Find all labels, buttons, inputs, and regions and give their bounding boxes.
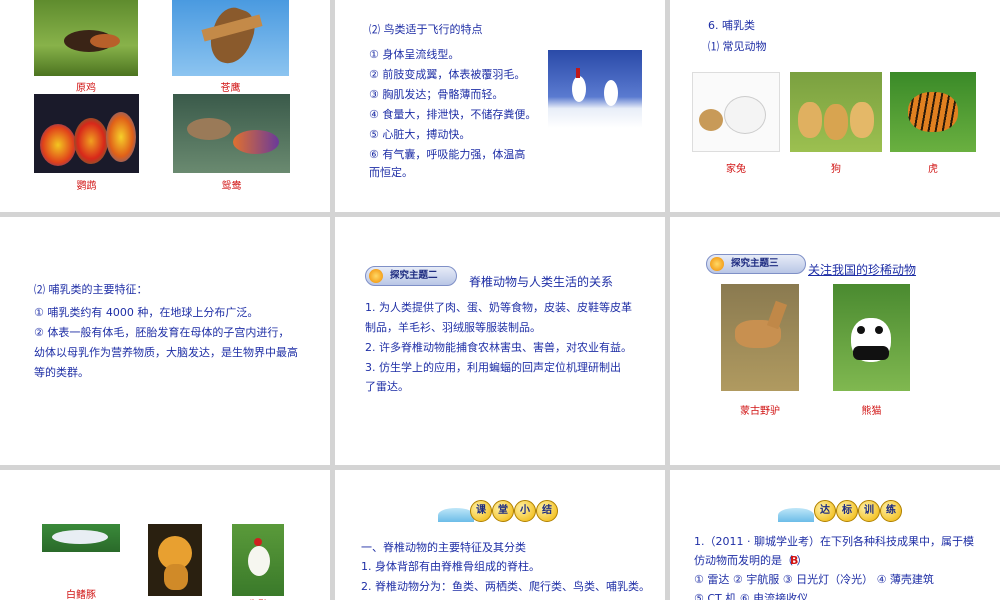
- photo-cranes: [548, 50, 642, 128]
- caption-dog: 狗: [831, 164, 841, 175]
- topic-two-badge: 探究主题二: [365, 266, 457, 286]
- slide-topic-two[interactable]: 探究主题二 脊椎动物与人类生活的关系 1. 为人类提供了肉、蛋、奶等食物，皮装、…: [335, 217, 665, 465]
- answer-mark: B: [790, 554, 799, 567]
- slide-topic-three[interactable]: 探究主题三 关注我国的珍稀动物 蒙古野驴 熊猫: [670, 217, 1000, 465]
- badge-label: 探究主题三: [731, 258, 779, 269]
- question-options: ⑤ CT 机 ⑥ 电流接收仪: [694, 592, 809, 600]
- caption-panda: 熊猫: [861, 406, 882, 417]
- text-line: 2. 许多脊椎动物能捕食农林害虫、害兽，对农业有益。: [365, 341, 632, 354]
- mammal-features-heading: ⑵ 哺乳类的主要特征：: [34, 283, 148, 296]
- text-line: 制品，羊毛衫、羽绒服等服装制品。: [365, 321, 541, 334]
- book-icon: [778, 508, 814, 522]
- slide-bird-flight-features[interactable]: ⑵ 鸟类适于飞行的特点 ① 身体呈流线型。 ② 前肢变成翼，体表被覆羽毛。 ③ …: [335, 0, 665, 212]
- text-line: 1. 为人类提供了肉、蛋、奶等食物，皮装、皮鞋等皮革: [365, 301, 632, 314]
- photo-yuanyang: [173, 94, 290, 173]
- bird-flight-heading: ⑵ 鸟类适于飞行的特点: [369, 23, 483, 36]
- photo-rabbit: [692, 72, 780, 152]
- list-item: ④ 食量大，排泄快，不储存粪便。: [369, 108, 537, 121]
- question-options: ① 雷达 ② 宇航服 ③ 日光灯（冷光） ④ 薄壳建筑: [694, 573, 934, 586]
- practice-banner: 达 标 训 练: [778, 500, 902, 526]
- caption-tiger: 虎: [928, 164, 938, 175]
- photo-tiger: [890, 72, 976, 152]
- summary-banner: 课 堂 小 结: [438, 500, 558, 526]
- badge-icon: [369, 269, 383, 283]
- topic-three-title: 关注我国的珍稀动物: [808, 263, 917, 277]
- photo-yingwu: [34, 94, 139, 173]
- text-line: 3. 仿生学上的应用，利用蝙蝠的回声定位机理研制出: [365, 361, 621, 374]
- summary-heading: 一、脊椎动物的主要特征及其分类: [361, 541, 526, 554]
- caption-donkey: 蒙古野驴: [740, 406, 780, 417]
- caption-rabbit: 家兔: [726, 164, 746, 175]
- banner-char: 结: [536, 500, 558, 522]
- slide-class-summary[interactable]: 课 堂 小 结 一、脊椎动物的主要特征及其分类 1. 身体背部有由脊椎骨组成的脊…: [335, 470, 665, 600]
- banner-char: 标: [836, 500, 858, 522]
- slide-mammals-common[interactable]: 6. 哺乳类 ⑴ 常见动物 家兔 狗 虎: [670, 0, 1000, 212]
- photo-baiji-dolphin: [42, 524, 120, 552]
- mammal-subheading: ⑴ 常见动物: [708, 40, 767, 53]
- text-line: ① 哺乳类约有 4000 种，在地球上分布广泛。: [34, 306, 259, 319]
- caption-yuanyang: 鸳鸯: [221, 181, 242, 192]
- caption-yuanji: 原鸡: [76, 83, 96, 94]
- banner-char: 课: [470, 500, 492, 522]
- photo-golden-monkey: [148, 524, 202, 596]
- list-item: ⑤ 心脏大，搏动快。: [369, 128, 471, 141]
- question-line: 1.（2011 · 聊城学业考）在下列各种科技成果中，属于模: [694, 535, 974, 548]
- mammal-heading: 6. 哺乳类: [708, 19, 755, 32]
- banner-char: 练: [880, 500, 902, 522]
- list-item: ③ 胸肌发达；骨骼薄而轻。: [369, 88, 504, 101]
- book-icon: [438, 508, 474, 522]
- list-item: ② 前肢变成翼，体表被覆羽毛。: [369, 68, 526, 81]
- text-line: 2. 脊椎动物分为：鱼类、两栖类、爬行类、鸟类、哺乳类。: [361, 580, 650, 593]
- slide-rare-animals[interactable]: 白鳍豚 朱鹮: [0, 470, 330, 600]
- text-line: 幼体以母乳作为营养物质，大脑发达，是生物界中最高: [34, 346, 298, 359]
- caption-yingwu: 鹦鹉: [76, 181, 97, 192]
- caption-ibis: 朱鹮: [232, 596, 284, 600]
- badge-icon: [710, 257, 724, 271]
- slide-practice[interactable]: 达 标 训 练 1.（2011 · 聊城学业考）在下列各种科技成果中，属于模 仿…: [670, 470, 1000, 600]
- badge-label: 探究主题二: [390, 270, 438, 281]
- caption-dolphin: 白鳍豚: [66, 590, 96, 600]
- list-item: ⑥ 有气囊，呼吸能力强，体温高: [369, 148, 526, 161]
- photo-dog: [790, 72, 882, 152]
- text-line: ② 体表一般有体毛，胚胎发育在母体的子宫内进行，: [34, 326, 290, 339]
- photo-crested-ibis: [232, 524, 284, 596]
- list-item: ① 身体呈流线型。: [369, 48, 460, 61]
- banner-char: 小: [514, 500, 536, 522]
- slide-mammal-features[interactable]: ⑵ 哺乳类的主要特征： ① 哺乳类约有 4000 种，在地球上分布广泛。 ② 体…: [0, 217, 330, 465]
- photo-yuanji: [34, 0, 138, 76]
- photo-mongolian-wild-ass: [721, 284, 799, 391]
- photo-cangying: [172, 0, 289, 76]
- text-line: 等的类群。: [34, 366, 89, 379]
- topic-two-title: 脊椎动物与人类生活的关系: [469, 275, 614, 289]
- text-line: 1. 身体背部有由脊椎骨组成的脊柱。: [361, 560, 540, 573]
- text-line: 了雷达。: [365, 380, 409, 393]
- banner-char: 训: [858, 500, 880, 522]
- caption-cangying: 苍鹰: [220, 83, 241, 94]
- slide-birds-photos[interactable]: 原鸡 苍鹰 鹦鹉 鸳鸯: [0, 0, 330, 212]
- banner-char: 堂: [492, 500, 514, 522]
- topic-three-badge: 探究主题三: [706, 254, 806, 274]
- list-item: 而恒定。: [369, 166, 413, 179]
- photo-panda: [833, 284, 910, 391]
- banner-char: 达: [814, 500, 836, 522]
